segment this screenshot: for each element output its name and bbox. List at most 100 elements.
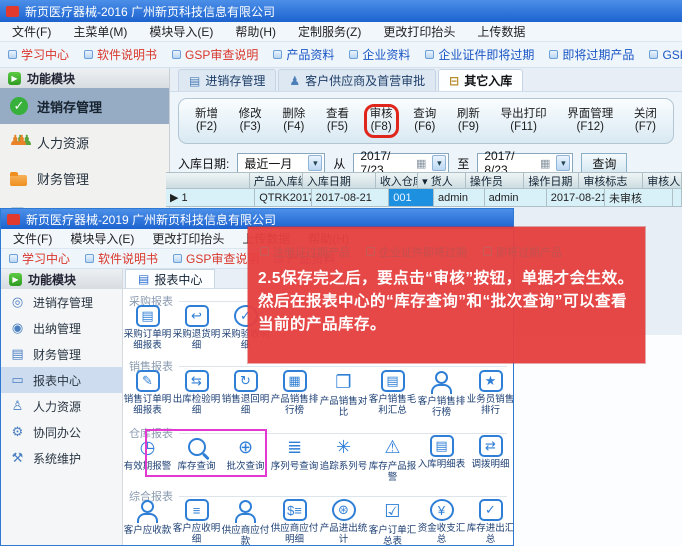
query-button[interactable]: 查询	[581, 153, 627, 174]
table-header-cell[interactable]: 收入仓库	[376, 172, 418, 189]
toolbar-button[interactable]: 产品资料	[273, 46, 334, 63]
document-tab[interactable]: ♟ 客户供应商及首营审批	[278, 69, 436, 91]
calendar-icon	[540, 156, 552, 170]
toolbar-button[interactable]: 软件说明书	[85, 250, 158, 267]
toolbar-button[interactable]: 学习中心	[9, 250, 70, 267]
tab-report-center[interactable]: ▤ 报表中心	[125, 269, 215, 288]
sidebar-item[interactable]: 财务管理	[0, 160, 169, 196]
report-launcher[interactable]: $≡ 供应商应付明细	[270, 499, 319, 546]
table-header-cell[interactable]: 操作员	[466, 172, 525, 189]
report-launcher[interactable]: ⇆ 出库检验明细	[172, 370, 221, 418]
document-tab[interactable]: ⊟ 其它入库	[438, 69, 523, 91]
table-header-cell[interactable]: 审核标志	[579, 172, 643, 189]
report-launcher[interactable]: ▤ 入库明细表	[417, 435, 466, 483]
date-from-picker[interactable]: 2017/ 7/23 ▾	[353, 153, 449, 173]
report-launcher[interactable]: 客户应收款	[123, 499, 172, 546]
table-header-cell[interactable]	[166, 172, 250, 189]
function-button[interactable]: 导出打印 (F11)	[495, 104, 553, 138]
sidebar-item[interactable]: 进销存管理	[0, 88, 169, 124]
report-launcher[interactable]: ◷ 有效期报警	[123, 435, 172, 483]
function-button[interactable]: 查询 (F6)	[407, 104, 442, 138]
chevron-down-icon[interactable]: ▾	[432, 155, 446, 171]
date-to-picker[interactable]: 2017/ 8/23 ▾	[477, 153, 573, 173]
report-launcher[interactable]: 供应商应付款	[221, 499, 270, 546]
report-launcher[interactable]: ⊕ 批次查询	[221, 435, 270, 483]
table-header-cell[interactable]: 审核人	[643, 172, 682, 189]
toolbar-button[interactable]: 企业证件即将过期	[425, 46, 534, 63]
table-header-cell[interactable]: 入库日期	[303, 172, 376, 189]
report-launcher[interactable]: ▦ 产品销售排行榜	[270, 370, 319, 418]
report-launcher[interactable]: ⊛ 产品进出统计	[319, 499, 368, 546]
toolbar-button[interactable]: GSP审查说明	[173, 250, 259, 267]
report-launcher[interactable]: ↩ 采购退货明细	[172, 305, 221, 351]
function-button[interactable]: 审核 (F8)	[364, 104, 399, 138]
report-launcher[interactable]: ≡ 客户应收明细	[172, 499, 221, 546]
table-row[interactable]: ▶ 1QTRK201708...2017-08-21001adminadmin2…	[166, 189, 682, 207]
toolbar-button[interactable]: 学习中心	[8, 46, 69, 63]
menu-item[interactable]: 帮助(H)	[235, 23, 276, 40]
report-launcher[interactable]: ⚠ 库存产品报警	[368, 435, 417, 483]
sidebar-item[interactable]: ◉ 出纳管理	[1, 315, 122, 341]
table-header-cell[interactable]: 产品入库编号	[250, 172, 303, 189]
menu-item[interactable]: 文件(F)	[13, 230, 52, 247]
sidebar-item[interactable]: 人力资源	[0, 124, 169, 160]
launcher-icon: ▤	[430, 435, 454, 457]
tab-icon: ⊟	[449, 74, 459, 88]
toolbar-button[interactable]: 即将过期产品	[549, 46, 634, 63]
window1-titlebar[interactable]: 新页医疗器械-2016 广州新页科技信息有限公司	[0, 0, 682, 22]
menu-item[interactable]: 主菜单(M)	[73, 23, 127, 40]
menu-item[interactable]: 模块导入(E)	[70, 230, 134, 247]
function-button[interactable]: 刷新 (F9)	[451, 104, 486, 138]
function-button[interactable]: 删除 (F4)	[276, 104, 311, 138]
report-launcher[interactable]: ✳ 追踪系列号	[319, 435, 368, 483]
sidebar-item[interactable]: ♙ 人力资源	[1, 393, 122, 419]
item-icon: ◎	[10, 294, 25, 310]
menu-item[interactable]: 更改打印抬头	[383, 23, 455, 40]
function-button[interactable]: 新增 (F2)	[189, 104, 224, 138]
table-header-cell[interactable]: ▾ 货人	[418, 172, 466, 189]
function-button[interactable]: 修改 (F3)	[233, 104, 268, 138]
launcher-label: 采购订单明细报表	[124, 329, 172, 351]
launcher-icon: ✓	[479, 499, 503, 521]
report-launcher[interactable]: ✓ 库存进出汇总	[466, 499, 514, 546]
chevron-down-icon[interactable]: ▾	[308, 155, 322, 171]
function-button[interactable]: 关闭 (F7)	[628, 104, 663, 138]
sidebar-item[interactable]: ◎ 进销存管理	[1, 289, 122, 315]
report-launcher[interactable]: 库存查询	[172, 435, 221, 483]
function-button[interactable]: 查看 (F5)	[320, 104, 355, 138]
toolbar-button[interactable]: GSP审查说明	[172, 46, 258, 63]
report-launcher[interactable]: ⇄ 调拨明细	[466, 435, 514, 483]
report-launcher[interactable]: ↻ 销售退回明细	[221, 370, 270, 418]
report-launcher[interactable]: ¥ 资金收支汇总	[417, 499, 466, 546]
report-launcher[interactable]: ✎ 销售订单明细报表	[123, 370, 172, 418]
menu-item[interactable]: 文件(F)	[12, 23, 51, 40]
chevron-down-icon[interactable]: ▾	[556, 155, 570, 171]
menu-item[interactable]: 定制服务(Z)	[298, 23, 361, 40]
report-launcher[interactable]: 客户销售排行榜	[417, 370, 466, 418]
table-header-cell[interactable]: 操作日期	[524, 172, 579, 189]
sidebar-item[interactable]: ⚒ 系统维护	[1, 445, 122, 471]
menu-item[interactable]: 更改打印抬头	[152, 230, 224, 247]
sidebar-item[interactable]: ⚙ 协同办公	[1, 419, 122, 445]
report-launcher[interactable]: ▤ 客户销售毛利汇总	[368, 370, 417, 418]
report-launcher[interactable]: ❐ 产品销售对比	[319, 370, 368, 418]
report-launcher[interactable]: ▤ 采购订单明细报表	[123, 305, 172, 351]
date-range-select[interactable]: 最近一月 ▾	[237, 153, 325, 173]
sidebar-item[interactable]: ▤ 财务管理	[1, 341, 122, 367]
item-icon	[10, 133, 28, 151]
report-launcher[interactable]: ☑ 客户订单汇总表	[368, 499, 417, 546]
checkbox-icon	[173, 254, 182, 263]
toolbar-button[interactable]: 企业资料	[349, 46, 410, 63]
launcher-icon	[136, 499, 160, 523]
window2-titlebar[interactable]: 新页医疗器械-2019 广州新页科技信息有限公司	[1, 209, 513, 229]
function-button[interactable]: 界面管理 (F12)	[561, 104, 619, 138]
report-launcher[interactable]: ★ 业务员销售排行	[466, 370, 514, 418]
menu-item[interactable]: 模块导入(E)	[149, 23, 213, 40]
report-launcher[interactable]: ≣ 序列号查询	[270, 435, 319, 483]
toolbar-button[interactable]: 软件说明书	[84, 46, 157, 63]
sidebar-item[interactable]: ▭ 报表中心	[1, 367, 122, 393]
menu-item[interactable]: 上传数据	[477, 23, 525, 40]
document-tab[interactable]: ▤ 进销存管理	[178, 69, 276, 91]
toolbar-button[interactable]: GSP参数设置	[649, 46, 682, 63]
sidebar-item-label: 出纳管理	[33, 320, 81, 337]
